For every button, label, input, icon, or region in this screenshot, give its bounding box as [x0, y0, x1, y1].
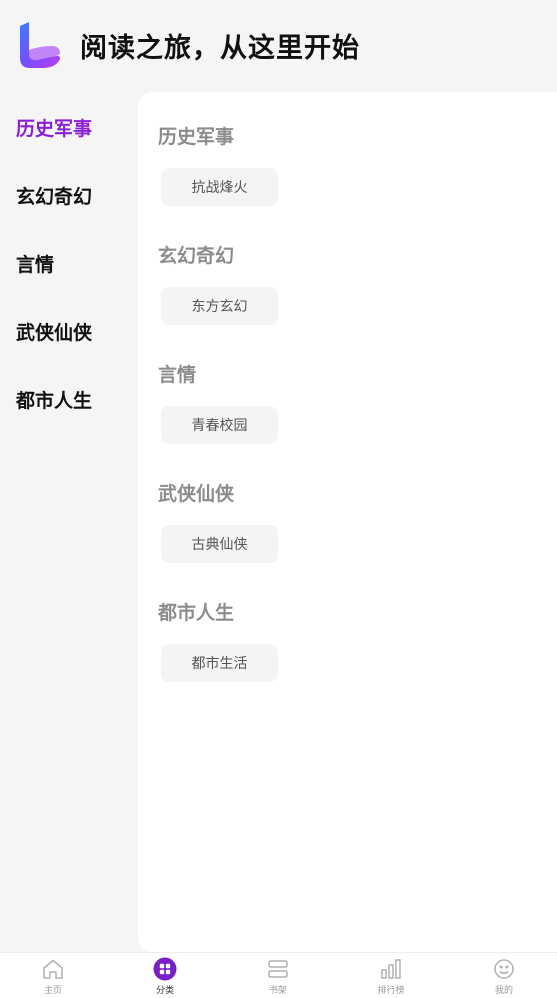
tab-category[interactable]: 分类: [125, 957, 205, 997]
subcategory-tag[interactable]: 东方玄幻: [161, 287, 278, 325]
section-title: 玄幻奇幻: [158, 245, 235, 267]
tab-label: 分类: [155, 986, 174, 996]
subcategory-tag[interactable]: 古典仙侠: [161, 525, 278, 563]
category-icon: [153, 957, 177, 981]
section-title: 历史军事: [158, 126, 235, 148]
bookshelf-icon: [268, 960, 288, 978]
tab-label: 书架: [268, 986, 287, 996]
category-sidebar: 历史军事 玄幻奇幻 言情 武侠仙侠 都市人生: [0, 92, 138, 952]
tab-ranking[interactable]: 排行榜: [351, 957, 431, 997]
profile-icon: [494, 959, 514, 979]
section-title: 都市人生: [158, 602, 235, 624]
subcategory-tag[interactable]: 青春校园: [161, 406, 278, 444]
sidebar-item-history-military[interactable]: 历史军事: [16, 114, 92, 141]
sidebar-item-fantasy[interactable]: 玄幻奇幻: [16, 182, 92, 209]
subcategory-tag[interactable]: 都市生活: [161, 644, 278, 682]
home-icon: [43, 959, 63, 979]
tab-profile[interactable]: 我的: [464, 957, 544, 997]
sidebar-item-wuxia[interactable]: 武侠仙侠: [16, 318, 92, 345]
app-logo-icon: [20, 22, 60, 68]
section-title: 言情: [158, 364, 197, 386]
page-title: 阅读之旅，从这里开始: [80, 33, 360, 64]
category-content-panel: 历史军事 抗战烽火 玄幻奇幻 东方玄幻 言情 青春校园 武侠仙侠 古典仙侠 都市…: [138, 92, 557, 952]
subcategory-tag[interactable]: 抗战烽火: [161, 168, 278, 206]
bottom-tab-bar: 主页 分类 书架 排行榜 我的: [0, 952, 557, 998]
tab-bookshelf[interactable]: 书架: [238, 957, 318, 997]
sidebar-item-urban[interactable]: 都市人生: [16, 386, 92, 413]
section-title: 武侠仙侠: [158, 483, 235, 505]
tab-label: 排行榜: [377, 986, 405, 996]
sidebar-item-romance[interactable]: 言情: [16, 250, 54, 277]
tab-label: 我的: [494, 986, 513, 996]
tab-label: 主页: [43, 986, 62, 996]
tab-home[interactable]: 主页: [13, 957, 93, 997]
ranking-icon: [381, 959, 401, 979]
app-header: 阅读之旅，从这里开始: [0, 0, 557, 92]
